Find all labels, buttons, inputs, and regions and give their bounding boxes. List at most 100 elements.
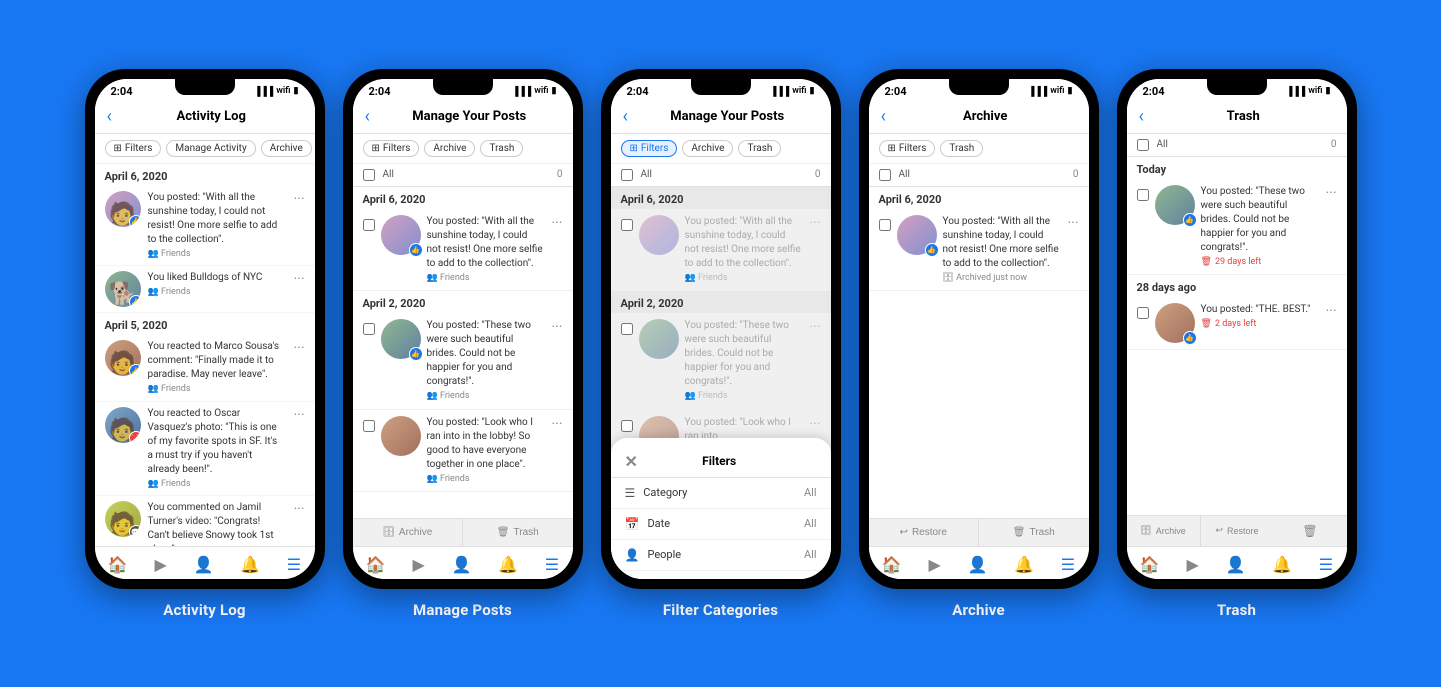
- filter-row-category[interactable]: ☰ Category All: [611, 478, 831, 509]
- nav2-video[interactable]: ▶: [412, 555, 424, 574]
- nav-video[interactable]: ▶: [154, 555, 166, 574]
- nav2-menu[interactable]: ☰: [545, 555, 559, 574]
- pill-archive-2[interactable]: Archive: [424, 140, 475, 157]
- post-more-1[interactable]: ···: [552, 215, 563, 231]
- fc-text-1: You posted: "With all the sunshine today…: [685, 215, 802, 285]
- post-sub-2: 👥 Friends: [427, 390, 544, 403]
- app-header-5: ‹ Trash: [1127, 100, 1347, 134]
- pill-trash-4[interactable]: Trash: [940, 140, 983, 157]
- mp-date-1: April 6, 2020: [353, 187, 573, 209]
- trash-action-btn-2[interactable]: 🗑 Trash: [979, 519, 1089, 546]
- filter-close-btn[interactable]: ✕: [625, 452, 638, 471]
- avatar-3: 🧑 👍: [105, 340, 141, 376]
- nav4-bell[interactable]: 🔔: [1014, 555, 1034, 574]
- archive-trash-btn[interactable]: 🗄 Archive: [1127, 516, 1201, 546]
- back-button-3[interactable]: ‹: [623, 106, 628, 127]
- more-button-2[interactable]: ···: [294, 271, 305, 287]
- nav5-bell[interactable]: 🔔: [1272, 555, 1292, 574]
- phone-filter: 2:04 ▐▐▐ wifi ▮ ‹ Manage Your Posts ⊞ Fi…: [601, 69, 841, 589]
- nav4-video[interactable]: ▶: [928, 555, 940, 574]
- filter-date-value: All: [804, 517, 817, 530]
- fc-more-3[interactable]: ···: [810, 416, 821, 432]
- more-button-5[interactable]: ···: [294, 501, 305, 517]
- item-text-3: You reacted to Marco Sousa's comment: "F…: [148, 340, 285, 396]
- post-checkbox-1[interactable]: [363, 219, 375, 231]
- fc-checkbox-1[interactable]: [621, 219, 633, 231]
- archive-avatar-1: 👍: [897, 215, 937, 255]
- nav5-video[interactable]: ▶: [1186, 555, 1198, 574]
- pill-archive[interactable]: Archive: [261, 140, 312, 157]
- back-button-5[interactable]: ‹: [1139, 106, 1144, 127]
- restore-action-btn[interactable]: ↩ Restore: [869, 519, 980, 546]
- delete-trash-btn[interactable]: 🗑: [1274, 516, 1347, 546]
- pill-filters-3[interactable]: ⊞ Filters: [621, 140, 678, 157]
- nav5-home[interactable]: 🏠: [1140, 555, 1160, 574]
- pill-filters[interactable]: ⊞ Filters: [105, 140, 162, 157]
- archive-post-1: 👍 You posted: "With all the sunshine tod…: [869, 209, 1089, 292]
- more-button-3[interactable]: ···: [294, 340, 305, 356]
- item-text-2: You liked Bulldogs of NYC 👥 Friends: [148, 271, 285, 299]
- signal-icon: ▐▐▐: [254, 86, 273, 97]
- checkbox-all-row: All 0: [353, 164, 573, 187]
- select-all-checkbox-5[interactable]: [1137, 139, 1149, 151]
- pill-manage-activity[interactable]: Manage Activity: [166, 140, 255, 157]
- trash-more-1[interactable]: ···: [1326, 185, 1337, 201]
- nav5-profile[interactable]: 👤: [1225, 555, 1245, 574]
- pill-trash-2[interactable]: Trash: [480, 140, 523, 157]
- trash-action-btn[interactable]: 🗑 Trash: [463, 519, 573, 546]
- pill-trash-3[interactable]: Trash: [738, 140, 781, 157]
- back-button-4[interactable]: ‹: [881, 106, 886, 127]
- trash-avatar-2: 👍: [1155, 303, 1195, 343]
- restore-trash-btn[interactable]: ↩ Restore: [1201, 516, 1274, 546]
- nav2-bell[interactable]: 🔔: [498, 555, 518, 574]
- fc-checkbox-3[interactable]: [621, 420, 633, 432]
- pill-archive-3[interactable]: Archive: [682, 140, 733, 157]
- status-time-5: 2:04: [1143, 85, 1165, 98]
- wifi-2: wifi: [534, 86, 548, 96]
- pill-filters-4[interactable]: ⊞ Filters: [879, 140, 936, 157]
- more-button[interactable]: ···: [294, 191, 305, 207]
- archive-action-btn[interactable]: 🗄 Archive: [353, 519, 464, 546]
- status-icons: ▐▐▐ wifi ▮: [254, 86, 298, 97]
- battery-4: ▮: [1068, 86, 1073, 96]
- trash-more-2[interactable]: ···: [1326, 303, 1337, 319]
- post-checkbox-3[interactable]: [363, 420, 375, 432]
- nav-profile[interactable]: 👤: [193, 555, 213, 574]
- fc-checkbox-2[interactable]: [621, 323, 633, 335]
- trash-checkbox-2[interactable]: [1137, 307, 1149, 319]
- trash-checkbox-1[interactable]: [1137, 189, 1149, 201]
- nav4-profile[interactable]: 👤: [967, 555, 987, 574]
- filter-row-people[interactable]: 👤 People All: [611, 540, 831, 571]
- select-all-checkbox[interactable]: [363, 169, 375, 181]
- select-all-checkbox-4[interactable]: [879, 169, 891, 181]
- nav-bell[interactable]: 🔔: [240, 555, 260, 574]
- notch-2: [433, 79, 493, 95]
- back-button[interactable]: ‹: [107, 106, 112, 127]
- fc-more-2[interactable]: ···: [810, 319, 821, 335]
- fc-more-1[interactable]: ···: [810, 215, 821, 231]
- nav2-home[interactable]: 🏠: [366, 555, 386, 574]
- header-title-2: Manage Your Posts: [378, 109, 561, 124]
- post-sub-1: 👥 Friends: [427, 272, 544, 285]
- post-checkbox-2[interactable]: [363, 323, 375, 335]
- back-button-2[interactable]: ‹: [365, 106, 370, 127]
- post-more-2[interactable]: ···: [552, 319, 563, 335]
- more-button-4[interactable]: ···: [294, 407, 305, 423]
- wifi-3: wifi: [792, 86, 806, 96]
- nav2-profile[interactable]: 👤: [451, 555, 471, 574]
- archive-checkbox-1[interactable]: [879, 219, 891, 231]
- post-item-3: You posted: "Look who I ran into in the …: [353, 410, 573, 493]
- pill-filters-2[interactable]: ⊞ Filters: [363, 140, 420, 157]
- nav5-menu[interactable]: ☰: [1319, 555, 1333, 574]
- filter-people-label: People: [647, 548, 681, 561]
- nav-home[interactable]: 🏠: [108, 555, 128, 574]
- nav4-menu[interactable]: ☰: [1061, 555, 1075, 574]
- pills-row-4: ⊞ Filters Trash: [869, 134, 1089, 164]
- nav-menu[interactable]: ☰: [287, 555, 301, 574]
- filter-row-date[interactable]: 📅 Date All: [611, 509, 831, 540]
- nav4-home[interactable]: 🏠: [882, 555, 902, 574]
- post-more-3[interactable]: ···: [552, 416, 563, 432]
- signal-4: ▐▐▐: [1028, 86, 1047, 97]
- archive-more-1[interactable]: ···: [1068, 215, 1079, 231]
- select-all-checkbox-3[interactable]: [621, 169, 633, 181]
